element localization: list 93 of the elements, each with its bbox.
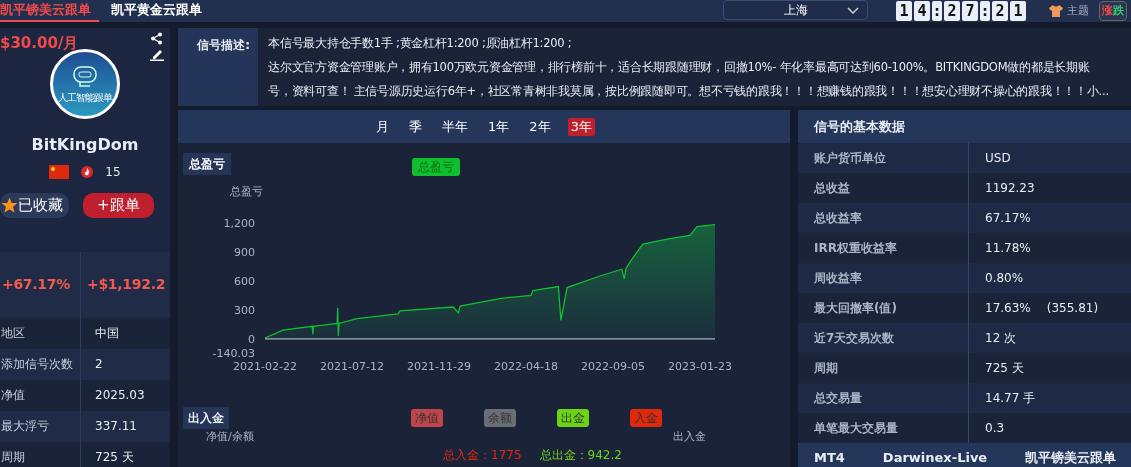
clock-digit: 2 <box>992 1 1008 21</box>
data-value: 17.63% <box>985 300 1031 317</box>
data-value: 67.17% <box>985 210 1031 227</box>
detail-value: 2025.03 <box>80 379 170 411</box>
data-value: 14.77 手 <box>985 390 1036 407</box>
data-value: (355.81) <box>1046 300 1099 317</box>
data-label: 总收益 <box>812 180 851 197</box>
heat-count: 15 <box>105 164 121 181</box>
total-profit: +$1,192.2 <box>80 251 170 318</box>
detail-label: 净值 <box>0 387 26 404</box>
flag-icon <box>49 165 70 179</box>
chevron-down-icon <box>847 7 859 14</box>
axis-title: 净值/余额 <box>206 429 254 445</box>
follow-button[interactable]: +跟单 <box>83 193 154 218</box>
section-label: 出入金 <box>183 407 229 429</box>
data-value: 1192.23 <box>985 180 1035 197</box>
clock-digit: : <box>932 1 942 21</box>
period-tab[interactable]: 1年 <box>485 117 513 136</box>
data-label: 周收益率 <box>813 270 863 287</box>
tick-label: 1,200 <box>223 216 255 230</box>
panel-title: 信号的基本数据 <box>798 110 1131 143</box>
tick-label: 2021-02-22 <box>233 360 297 373</box>
clock-digit: : <box>980 1 990 21</box>
period-tab[interactable]: 2年 <box>526 117 554 136</box>
tick-label: 2022-04-18 <box>494 360 558 373</box>
data-value: 0.80% <box>985 270 1024 287</box>
user-name: BitKingDom <box>30 134 140 156</box>
detail-label: 添加信号次数 <box>0 356 74 373</box>
period-tab[interactable]: 3年 <box>567 117 595 136</box>
clock-digit: 1 <box>1010 1 1026 21</box>
pencil-icon <box>150 48 164 61</box>
star-icon <box>2 197 17 213</box>
axis-title: 总盈亏 <box>229 185 263 198</box>
top-tab[interactable]: 凯平镑美云跟单 <box>0 0 99 22</box>
data-label: 最大回撤率(值) <box>813 300 898 317</box>
footer-text: Darwinex-Live <box>882 449 988 467</box>
tick-label: 600 <box>234 274 255 288</box>
clock-digit: 7 <box>962 1 978 21</box>
data-value: 0.3 <box>985 420 1005 437</box>
clock-digit: 4 <box>914 1 930 21</box>
tick-label: 0 <box>248 332 255 346</box>
clock-digit: 2 <box>944 1 960 21</box>
data-label: 周期 <box>813 360 839 377</box>
rise-fall-toggle[interactable]: 涨跌 <box>1099 1 1127 21</box>
avatar-caption: 人工智能跟单 <box>58 90 112 105</box>
detail-value: 中国 <box>80 317 170 349</box>
favorite-button[interactable]: 已收藏 <box>0 193 69 218</box>
axis-title: 出入金 <box>673 429 706 445</box>
detail-label: 地区 <box>0 325 26 342</box>
tick-label: 2021-07-12 <box>320 360 384 373</box>
description-text: 达尔文官方资金管理账户，拥有100万欧元资金管理，排行榜前十，适合长期跟随理财，回撤10%- 年化率最高可达到60-100%。BITKINGDOM做的都是长期账号，资料可查！ 主信号源历史运行6年+，社区常青树非我莫属，按比例跟随即可。想不亏钱的跟我！！！想赚钱的跟我！！！想安心理财不操心的跟我！！！小... <box>268 59 1109 100</box>
data-label: 总交易量 <box>812 390 863 407</box>
detail-value: 2 <box>80 348 170 380</box>
price-text: $30.00/月 <box>0 33 79 54</box>
description-label: 信号描述: <box>178 28 258 106</box>
data-value: 12 次 <box>985 330 1017 347</box>
period-tab[interactable]: 半年 <box>439 117 472 136</box>
robot-head-icon <box>71 63 99 90</box>
data-value: USD <box>985 150 1011 167</box>
data-label: IRR权重收益率 <box>813 240 898 257</box>
data-label: 单笔最大交易量 <box>813 420 899 437</box>
data-label: 近7天交易次数 <box>813 330 896 347</box>
description-text: 本信号最大持仓手数1手 ;黄金杠杆1:200 ;原油杠杆1:200 ; <box>268 35 573 52</box>
period-tab[interactable]: 季 <box>406 117 426 136</box>
data-label: 账户货币单位 <box>813 150 887 167</box>
tick-label: 2021-11-29 <box>407 360 471 373</box>
share-icon <box>150 32 163 45</box>
data-value: 11.78% <box>985 240 1031 257</box>
shirt-icon <box>1048 4 1064 18</box>
total-withdrawal: 总出金：942.2 <box>539 446 622 464</box>
top-tab[interactable]: 凯平黄金云跟单 <box>111 0 210 22</box>
period-tab[interactable]: 月 <box>373 117 393 136</box>
fire-icon <box>81 166 94 178</box>
legend-item[interactable]: 出金 <box>557 409 589 427</box>
clock-digit: 1 <box>896 1 912 21</box>
footer-text: MT4 <box>814 449 845 467</box>
detail-label: 周期 <box>0 449 26 466</box>
total-deposit: 总入金：1775 <box>443 446 522 464</box>
detail-label: 最大浮亏 <box>0 418 50 435</box>
tick-label: 300 <box>234 303 255 317</box>
tick-label: 900 <box>234 245 255 259</box>
tick-label: -140.03 <box>212 346 255 360</box>
data-label: 总收益率 <box>812 210 863 227</box>
tick-label: 2023-01-23 <box>668 360 733 373</box>
theme-button[interactable]: 主题 <box>1048 0 1089 22</box>
data-value: 725 天 <box>985 360 1024 377</box>
city-select[interactable]: 上海 <box>723 0 868 20</box>
detail-value: 725 天 <box>80 441 170 467</box>
footer-text: 凯平镑美云跟单 <box>1025 449 1117 467</box>
section-label: 总盈亏 <box>183 153 231 175</box>
total-return: +67.17% <box>1 275 71 294</box>
tick-label: 2022-09-05 <box>581 360 646 373</box>
detail-value: 337.11 <box>80 410 170 442</box>
